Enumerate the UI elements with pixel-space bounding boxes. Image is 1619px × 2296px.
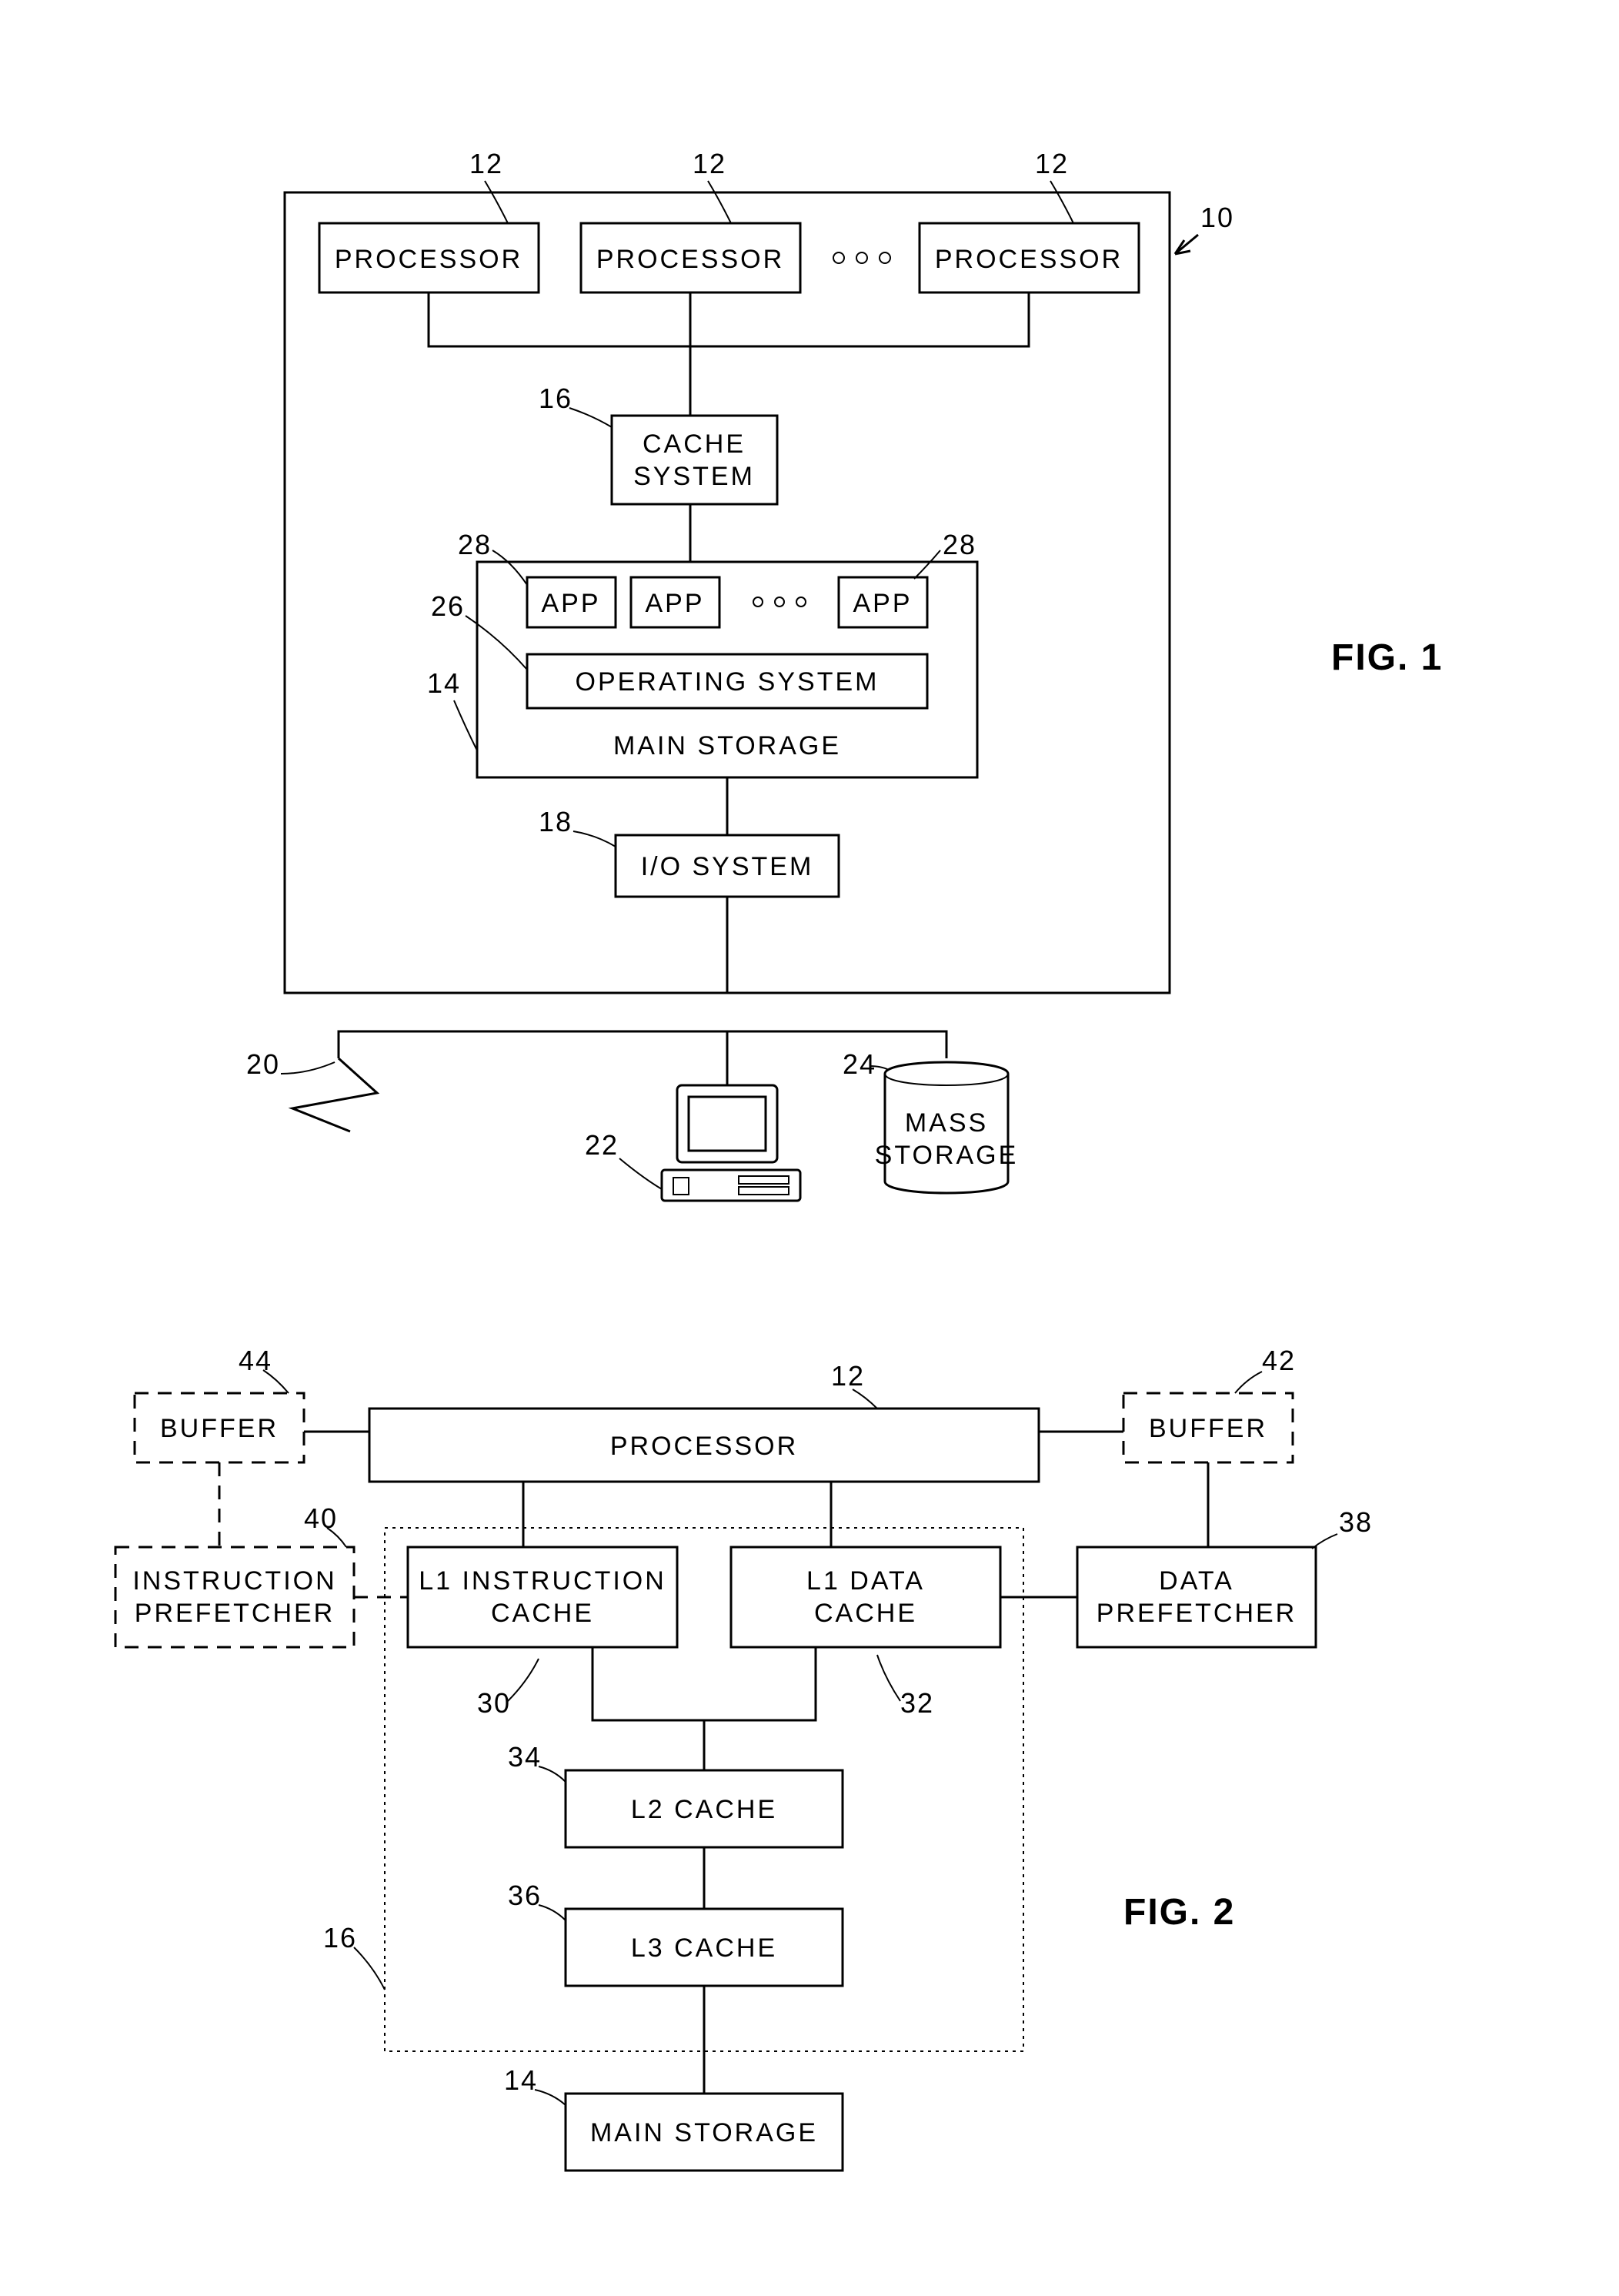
ref-12b: 12 [693, 148, 726, 179]
ref-28b: 28 [943, 529, 976, 560]
ref-12: 12 [831, 1360, 865, 1392]
ref-12a: 12 [469, 148, 503, 179]
ref-44: 44 [239, 1345, 272, 1376]
mass-l1: MASS [905, 1108, 988, 1138]
fig1-title: FIG. 1 [1331, 637, 1443, 678]
app-1-label: APP [541, 589, 600, 618]
figure-2: PROCESSOR 12 BUFFER 44 BUFFER 42 16 L1 I… [115, 1345, 1373, 2171]
instruction-prefetcher [115, 1547, 354, 1647]
ref-24: 24 [843, 1048, 876, 1080]
figure-1: 10 PROCESSOR PROCESSOR PROCESSOR 12 12 1… [246, 148, 1443, 1201]
l1-data-cache [731, 1547, 1000, 1647]
ref-16: 16 [539, 383, 572, 414]
network-icon [292, 1058, 377, 1131]
ref-32: 32 [900, 1687, 934, 1719]
os-label: OPERATING SYSTEM [576, 667, 880, 697]
io-label: I/O SYSTEM [641, 852, 814, 881]
ref-28a: 28 [458, 529, 492, 560]
data-prefetcher [1077, 1547, 1316, 1647]
main-storage-2-label: MAIN STORAGE [590, 2118, 818, 2147]
processor-1-label: PROCESSOR [335, 245, 522, 274]
l1-instruction-cache [408, 1547, 677, 1647]
ref-10-arrow [1175, 235, 1198, 254]
cache-system-l2: SYSTEM [633, 462, 755, 491]
buffer-left-label: BUFFER [160, 1414, 279, 1443]
ref-18: 18 [539, 806, 572, 837]
ref-14: 14 [427, 667, 461, 699]
fig2-title: FIG. 2 [1123, 1892, 1235, 1933]
l3-label: L3 CACHE [631, 1933, 777, 1963]
data-pref-l1: DATA [1159, 1566, 1234, 1596]
l1d-l2: CACHE [814, 1599, 917, 1628]
l2-label: L2 CACHE [631, 1795, 777, 1824]
ref-34: 34 [508, 1741, 542, 1773]
app-2-label: APP [645, 589, 704, 618]
buffer-right-label: BUFFER [1149, 1414, 1267, 1443]
mass-l2: STORAGE [875, 1141, 1019, 1170]
ref-10: 10 [1200, 202, 1234, 233]
processor-label: PROCESSOR [610, 1432, 798, 1461]
main-storage-label: MAIN STORAGE [613, 731, 841, 760]
app-3-label: APP [853, 589, 912, 618]
l1d-l1: L1 DATA [806, 1566, 925, 1596]
workstation-icon [662, 1085, 800, 1201]
ref-20: 20 [246, 1048, 280, 1080]
l1i-l1: L1 INSTRUCTION [419, 1566, 666, 1596]
ref-16: 16 [323, 1922, 357, 1953]
cache-system-l1: CACHE [643, 429, 746, 459]
instr-pref-l2: PREFETCHER [135, 1599, 335, 1628]
processor-2-label: PROCESSOR [596, 245, 784, 274]
ref-26: 26 [431, 590, 465, 622]
ref-22: 22 [585, 1129, 619, 1161]
ref-30: 30 [477, 1687, 511, 1719]
ref-12c: 12 [1035, 148, 1069, 179]
ref-42: 42 [1262, 1345, 1296, 1376]
instr-pref-l1: INSTRUCTION [132, 1566, 336, 1596]
processor-3-label: PROCESSOR [935, 245, 1123, 274]
l1i-l2: CACHE [491, 1599, 594, 1628]
data-pref-l2: PREFETCHER [1097, 1599, 1297, 1628]
ref-38: 38 [1339, 1506, 1373, 1538]
ref-14b: 14 [504, 2064, 538, 2096]
ref-40: 40 [304, 1502, 338, 1534]
ref-36: 36 [508, 1880, 542, 1911]
